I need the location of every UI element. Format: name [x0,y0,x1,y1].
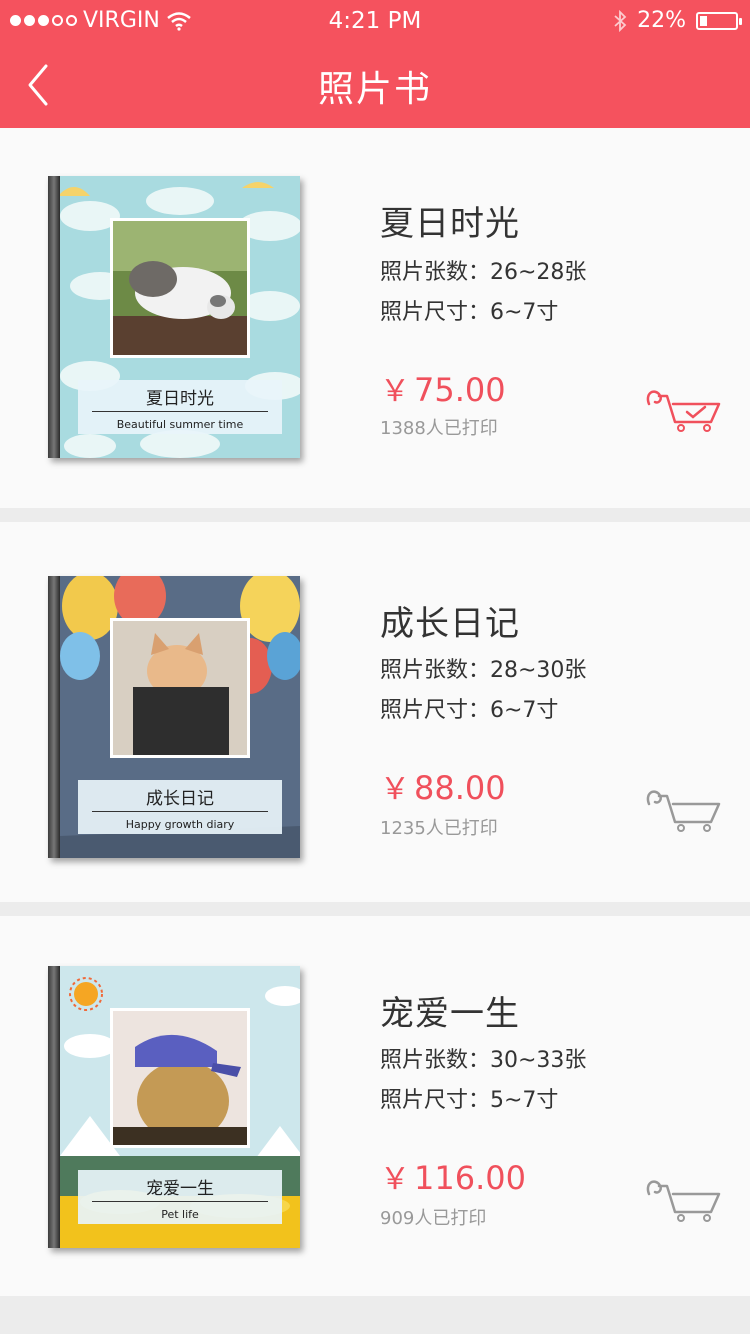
product-title: 夏日时光 [380,204,520,244]
cover-title-cn: 夏日时光 [92,384,268,412]
product-card[interactable]: 成长日记 Happy growth diary 成长日记 照片张数：28~30张… [0,522,750,902]
battery-icon [696,11,742,30]
photo-count: 照片张数：30~33张 [380,1048,587,1073]
sold-count: 1235人已打印 [380,818,498,839]
cover-title-en: Beautiful summer time [116,418,244,431]
product-price: ￥ 88.00 [380,769,506,807]
bluetooth-icon [614,9,627,32]
photo-size: 照片尺寸：5~7寸 [380,1088,559,1113]
product-card[interactable]: 宠爱一生 Pet life 宠爱一生 照片张数：30~33张 照片尺寸：5~7寸… [0,916,750,1296]
cover-photo-dog [110,1008,250,1148]
cart-icon[interactable] [643,1174,725,1224]
product-cover[interactable]: 宠爱一生 Pet life [48,966,300,1248]
cover-label: 夏日时光 Beautiful summer time [78,380,282,434]
cover-title-cn: 成长日记 [92,784,268,812]
cover-photo-kitten [110,618,250,758]
cart-icon[interactable] [643,784,725,834]
page-title: 照片书 [317,69,432,110]
cover-title-en: Pet life [161,1208,199,1221]
battery-level-fill [700,15,707,26]
product-price: ￥ 75.00 [380,371,506,409]
product-title: 成长日记 [380,604,520,644]
photo-count: 照片张数：26~28张 [380,260,587,285]
product-cover[interactable]: 夏日时光 Beautiful summer time [48,176,300,458]
cart-check-icon[interactable] [643,384,725,434]
sold-count: 1388人已打印 [380,418,498,439]
cover-label: 宠爱一生 Pet life [78,1170,282,1224]
photo-count: 照片张数：28~30张 [380,658,587,683]
cover-title-cn: 宠爱一生 [92,1174,268,1202]
photo-size: 照片尺寸：6~7寸 [380,698,559,723]
status-bar: VIRGIN 4:21 PM 22% [0,0,750,42]
photo-size: 照片尺寸：6~7寸 [380,300,559,325]
sold-count: 909人已打印 [380,1208,487,1229]
product-card[interactable]: 夏日时光 Beautiful summer time 夏日时光 照片张数：26~… [0,128,750,508]
battery-percent: 22% [637,8,686,33]
cover-photo-cat [110,218,250,358]
product-title: 宠爱一生 [380,994,520,1034]
product-cover[interactable]: 成长日记 Happy growth diary [48,576,300,858]
cover-label: 成长日记 Happy growth diary [78,780,282,834]
app-header: VIRGIN 4:21 PM 22% 照片书 [0,0,750,128]
product-price: ￥ 116.00 [380,1159,526,1197]
cover-title-en: Happy growth diary [125,818,235,831]
